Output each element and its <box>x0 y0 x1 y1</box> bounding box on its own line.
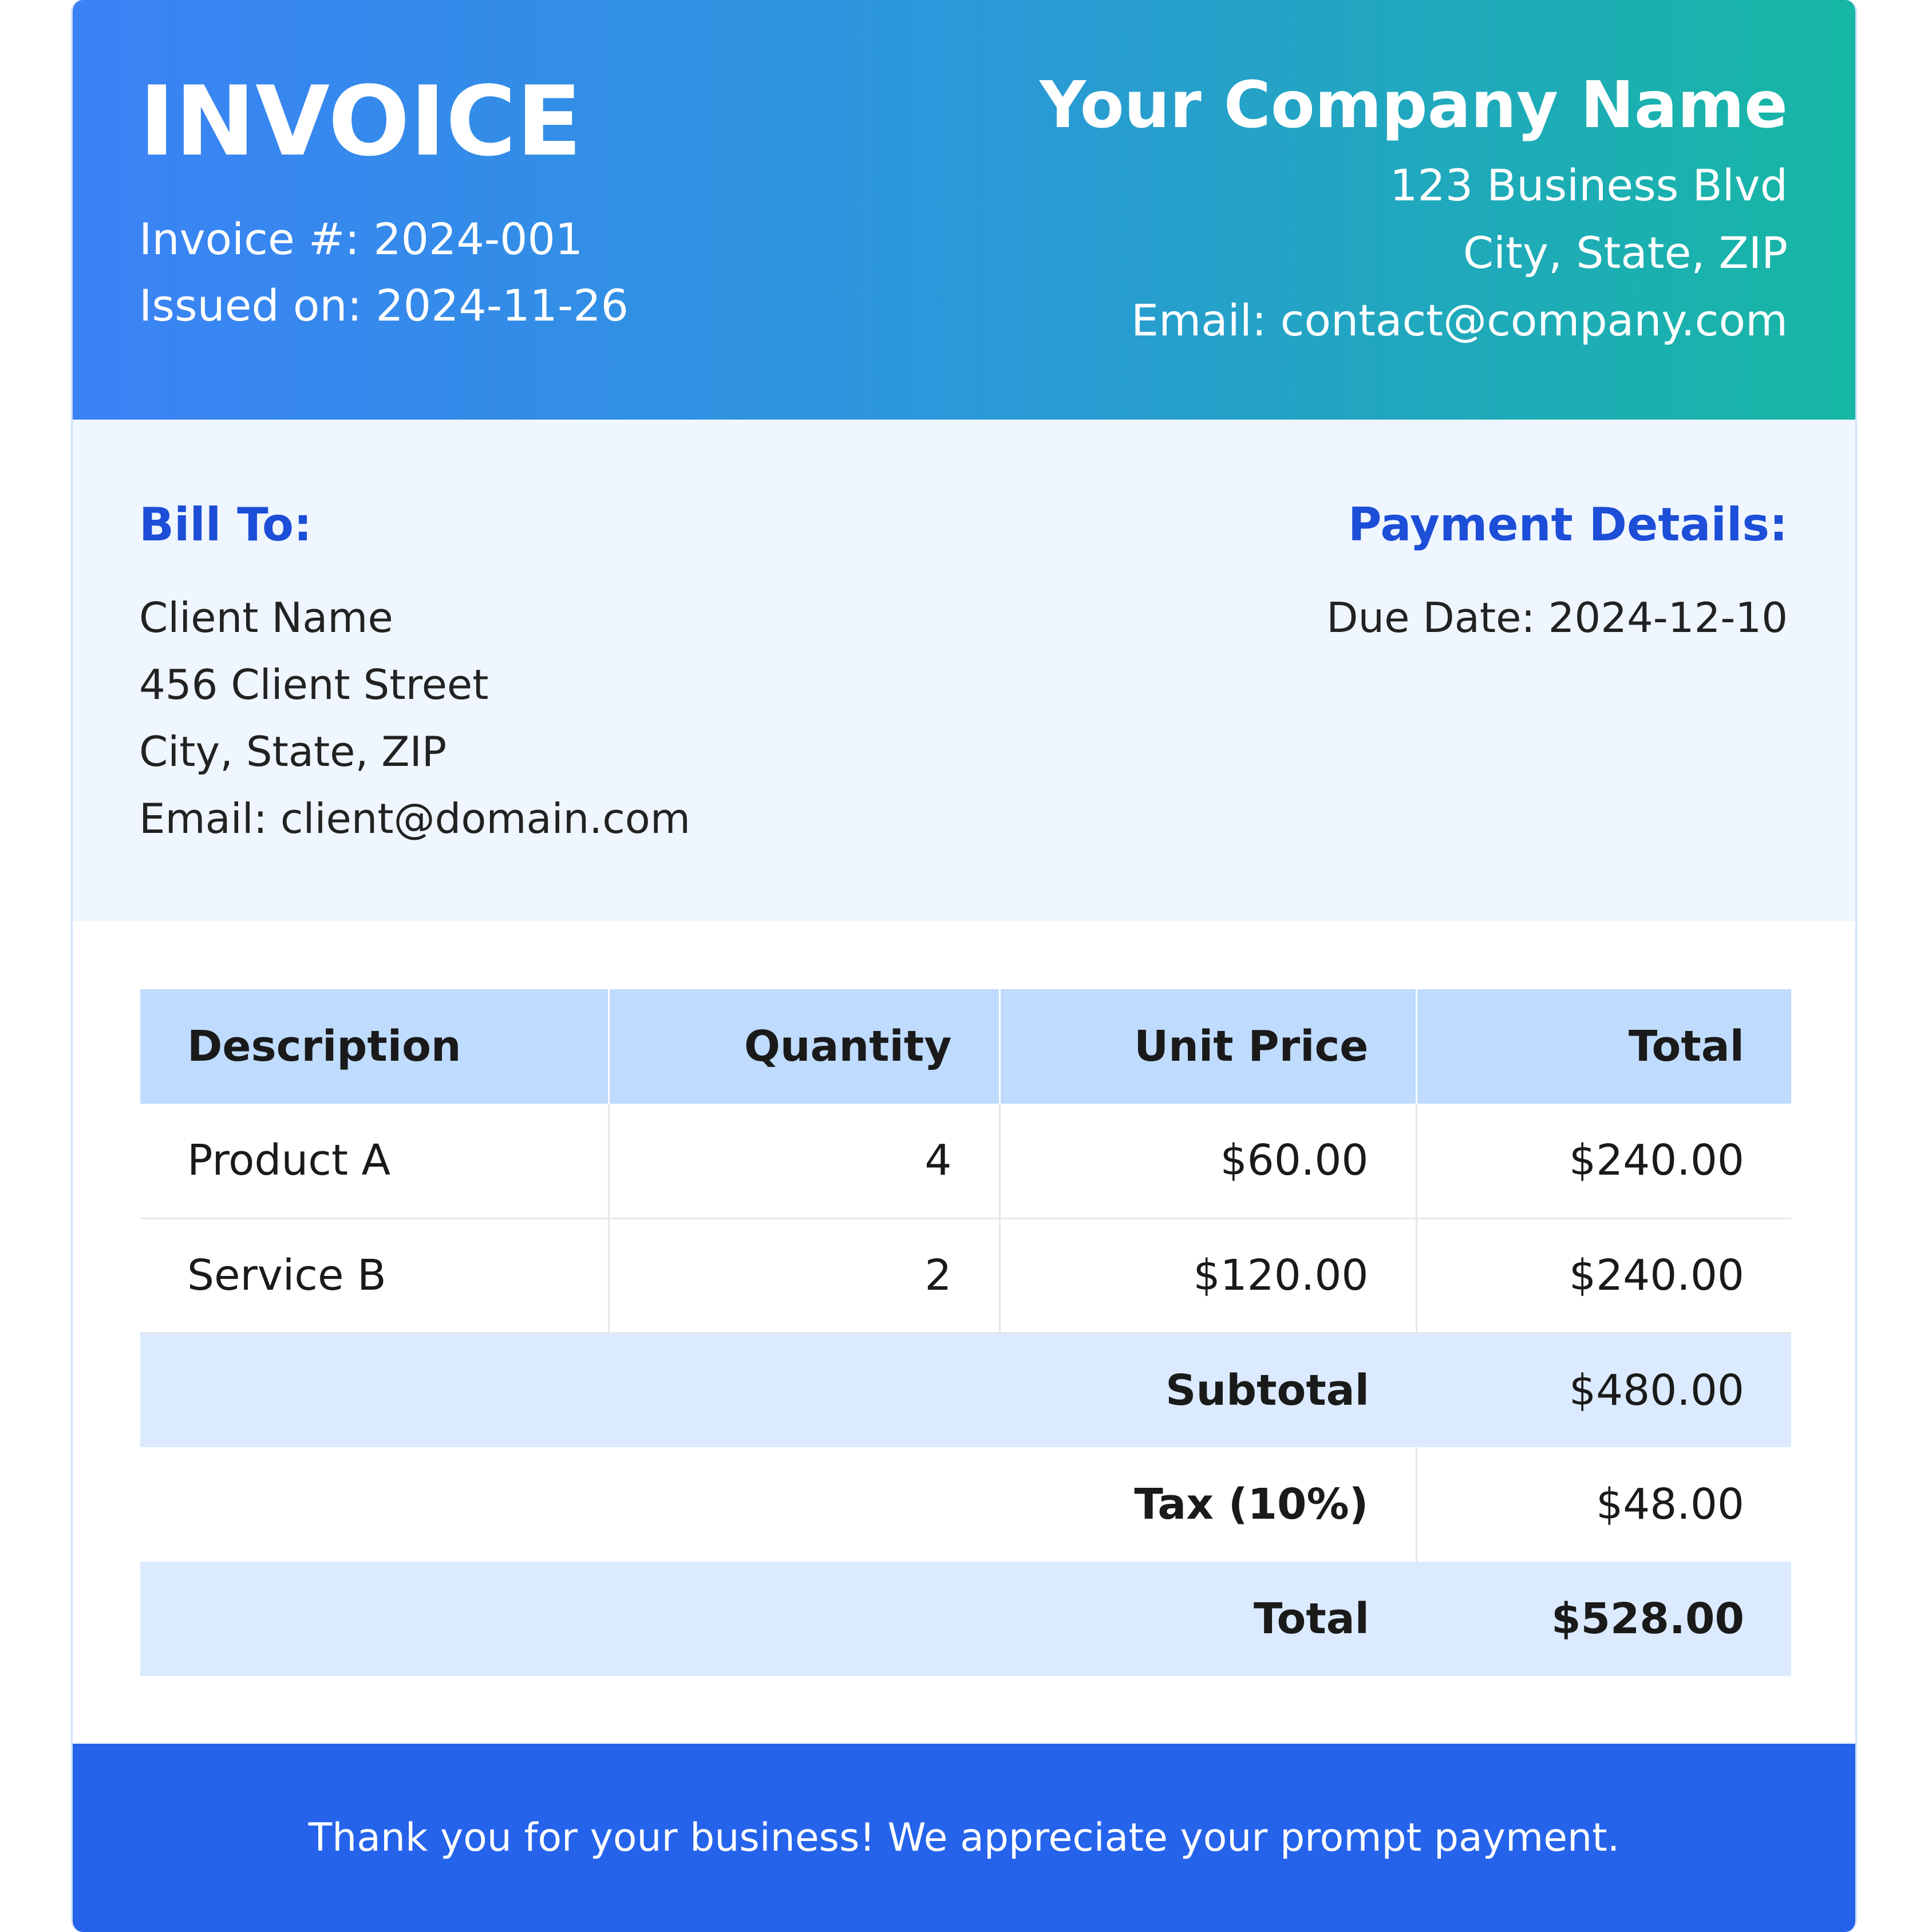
item-unit-price: $60.00 <box>999 1104 1417 1219</box>
company-address: 123 Business Blvd <box>1390 160 1788 211</box>
subtotal-label: Subtotal <box>140 1333 1416 1447</box>
bill-to-heading: Bill To: <box>139 498 312 551</box>
payment-details-heading: Payment Details: <box>1348 498 1788 551</box>
client-name: Client Name <box>139 594 393 642</box>
tax-value: $48.00 <box>1416 1447 1791 1562</box>
grand-total-row: Total $528.00 <box>140 1562 1791 1676</box>
invoice-header: INVOICE Invoice #: 2024-001 Issued on: 2… <box>73 0 1855 420</box>
item-description: Service B <box>140 1218 610 1334</box>
company-email[interactable]: Email: contact@company.com <box>1131 299 1788 342</box>
billing-info-section: Bill To: Client Name 456 Client Street C… <box>73 420 1855 921</box>
item-description: Product A <box>140 1104 610 1219</box>
invoice-card: INVOICE Invoice #: 2024-001 Issued on: 2… <box>71 0 1857 1932</box>
item-quantity: 4 <box>609 1104 1001 1219</box>
invoice-number: Invoice #: 2024-001 <box>139 214 583 264</box>
column-header-unit-price: Unit Price <box>999 989 1417 1104</box>
invoice-title: INVOICE <box>139 65 582 177</box>
column-header-description: Description <box>140 989 610 1104</box>
tax-label: Tax (10%) <box>140 1447 1417 1562</box>
invoice-footer: Thank you for your business! We apprecia… <box>73 1744 1855 1932</box>
table-header-row: Description Quantity Unit Price Total <box>140 989 1791 1104</box>
footer-message: Thank you for your business! We apprecia… <box>308 1815 1620 1860</box>
subtotal-row: Subtotal $480.00 <box>140 1333 1791 1447</box>
issued-date: Issued on: 2024-11-26 <box>139 280 629 331</box>
column-header-quantity: Quantity <box>609 989 1001 1104</box>
table-row: Service B 2 $120.00 $240.00 <box>140 1218 1791 1334</box>
grand-total-label: Total <box>140 1562 1416 1676</box>
grand-total-value: $528.00 <box>1416 1562 1791 1676</box>
client-street: 456 Client Street <box>139 661 489 709</box>
column-header-total: Total <box>1416 989 1791 1104</box>
company-name: Your Company Name <box>1039 68 1788 143</box>
item-unit-price: $120.00 <box>999 1218 1417 1334</box>
line-items-table: Description Quantity Unit Price Total Pr… <box>140 989 1791 1676</box>
due-date: Due Date: 2024-12-10 <box>1326 594 1788 642</box>
item-quantity: 2 <box>609 1218 1001 1334</box>
tax-row: Tax (10%) $48.00 <box>140 1447 1791 1562</box>
client-city: City, State, ZIP <box>139 728 447 776</box>
item-total: $240.00 <box>1416 1104 1791 1219</box>
item-total: $240.00 <box>1416 1218 1791 1334</box>
subtotal-value: $480.00 <box>1416 1333 1791 1447</box>
client-email[interactable]: Email: client@domain.com <box>139 798 690 839</box>
company-city: City, State, ZIP <box>1463 227 1788 278</box>
table-row: Product A 4 $60.00 $240.00 <box>140 1104 1791 1219</box>
